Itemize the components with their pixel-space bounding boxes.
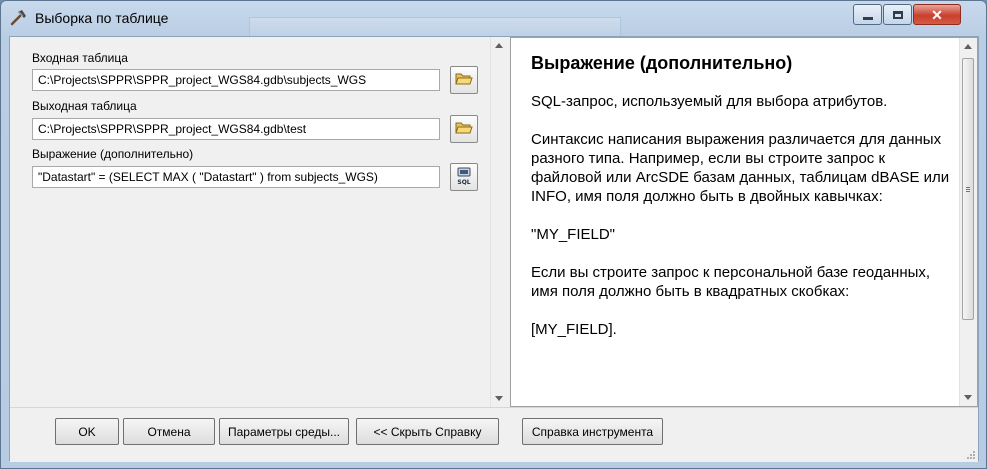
close-icon: ✕ (931, 6, 943, 23)
help-title: Выражение (дополнительно) (531, 53, 793, 73)
expression-field[interactable]: "Datastart" = (SELECT MAX ( "Datastart" … (32, 166, 440, 188)
grip-line (966, 191, 970, 192)
resize-grip-icon[interactable] (964, 448, 976, 460)
button-bar: OK Отмена Параметры среды... << Скрыть С… (10, 407, 978, 462)
output-table-field[interactable]: C:\Projects\SPPR\SPPR_project_WGS84.gdb\… (32, 118, 440, 140)
sql-builder-button[interactable]: SQL (450, 163, 478, 191)
folder-open-icon (455, 71, 473, 89)
close-button[interactable]: ✕ (913, 4, 961, 25)
window-title: Выборка по таблице (35, 10, 169, 26)
output-table-label: Выходная таблица (32, 99, 137, 113)
expression-label: Выражение (дополнительно) (32, 147, 194, 161)
hide-help-button[interactable]: << Скрыть Справку (356, 418, 499, 445)
help-content: Выражение (дополнительно) SQL-запрос, ис… (531, 52, 951, 358)
scroll-up-icon[interactable] (964, 44, 972, 49)
browse-output-button[interactable] (450, 115, 478, 143)
svg-text:SQL: SQL (457, 179, 470, 185)
title-bar[interactable]: Выборка по таблице ✕ (1, 1, 986, 37)
minimize-button[interactable] (853, 4, 882, 25)
help-paragraph: SQL-запрос, используемый для выбора атри… (531, 93, 888, 110)
background-window-strip (249, 17, 621, 37)
scroll-up-icon[interactable] (495, 43, 503, 48)
help-paragraph: Если вы строите запрос к персональной ба… (531, 264, 931, 300)
help-scrollbar[interactable] (959, 38, 977, 406)
input-table-field[interactable]: C:\Projects\SPPR\SPPR_project_WGS84.gdb\… (32, 69, 440, 91)
maximize-icon (892, 10, 903, 19)
hammer-icon (9, 9, 29, 27)
cancel-button[interactable]: Отмена (123, 418, 215, 445)
input-table-label: Входная таблица (32, 51, 128, 65)
parameters-scrollbar[interactable] (490, 37, 508, 407)
grip-line (966, 189, 970, 190)
browse-input-button[interactable] (450, 66, 478, 94)
scroll-down-icon[interactable] (495, 396, 503, 401)
help-paragraph: "MY_FIELD" (531, 226, 616, 243)
parameters-pane: Входная таблица C:\Projects\SPPR\SPPR_pr… (10, 37, 508, 407)
help-scrollbar-thumb[interactable] (962, 58, 974, 320)
tool-dialog-window: Выборка по таблице ✕ Входная таблица C:\… (0, 0, 987, 469)
help-paragraph: Синтаксис написания выражения различаетс… (531, 131, 950, 205)
help-pane: Выражение (дополнительно) SQL-запрос, ис… (510, 37, 978, 407)
help-paragraph: [MY_FIELD]. (531, 321, 617, 338)
ok-button[interactable]: OK (55, 418, 119, 445)
environments-button[interactable]: Параметры среды... (219, 418, 349, 445)
grip-line (966, 187, 970, 188)
minimize-icon (862, 17, 873, 20)
folder-open-icon (455, 120, 473, 138)
dialog-client-area: Входная таблица C:\Projects\SPPR\SPPR_pr… (9, 36, 979, 462)
tool-help-button[interactable]: Справка инструмента (522, 418, 663, 445)
maximize-button[interactable] (883, 4, 912, 25)
scroll-down-icon[interactable] (964, 395, 972, 400)
sql-icon: SQL (455, 167, 473, 188)
